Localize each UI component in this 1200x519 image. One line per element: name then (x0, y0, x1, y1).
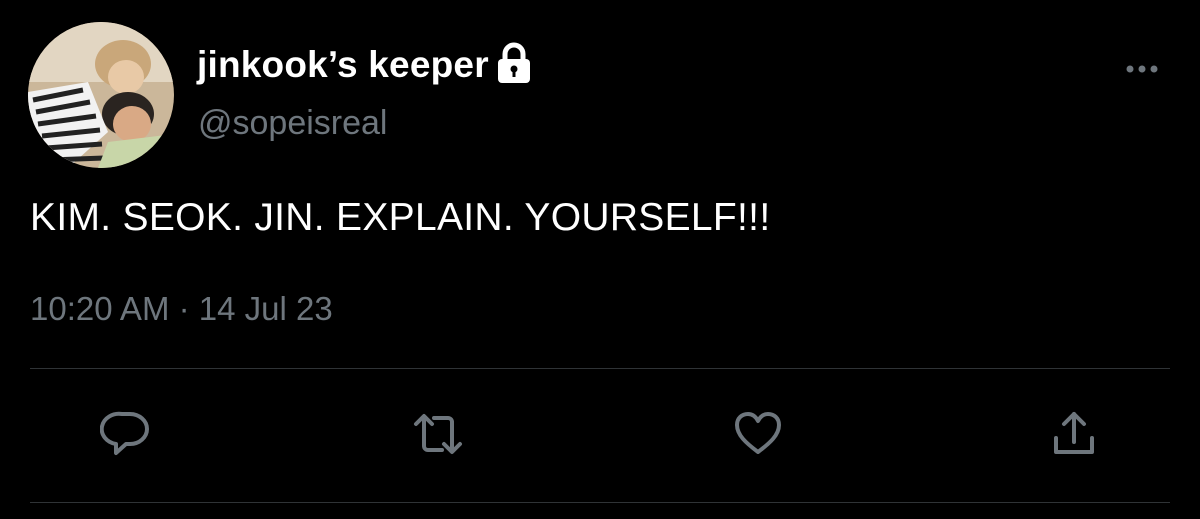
reply-button[interactable] (100, 408, 152, 460)
share-button[interactable] (1048, 408, 1100, 460)
display-name-row: jinkook’s keeper (197, 40, 533, 90)
tweet-timestamp[interactable]: 10:20 AM · 14 Jul 23 (30, 290, 333, 328)
bottom-divider (30, 502, 1170, 503)
user-handle[interactable]: @sopeisreal (198, 104, 388, 143)
more-options-button[interactable] (1122, 58, 1162, 80)
display-name[interactable]: jinkook’s keeper (197, 44, 489, 86)
tweet-card: jinkook’s keeper @sopeisreal KIM. SEOK. … (0, 0, 1200, 519)
heart-icon (735, 412, 781, 454)
tweet-text: KIM. SEOK. JIN. EXPLAIN. YOURSELF!!! (30, 196, 771, 239)
avatar[interactable] (28, 22, 174, 168)
lock-icon (495, 42, 533, 84)
avatar-photo (28, 22, 174, 168)
share-icon (1054, 412, 1094, 454)
retweet-icon (414, 414, 462, 454)
divider (30, 368, 1170, 369)
like-button[interactable] (732, 408, 784, 460)
retweet-button[interactable] (412, 408, 464, 460)
comment-icon (100, 411, 149, 455)
more-icon (1126, 65, 1158, 73)
